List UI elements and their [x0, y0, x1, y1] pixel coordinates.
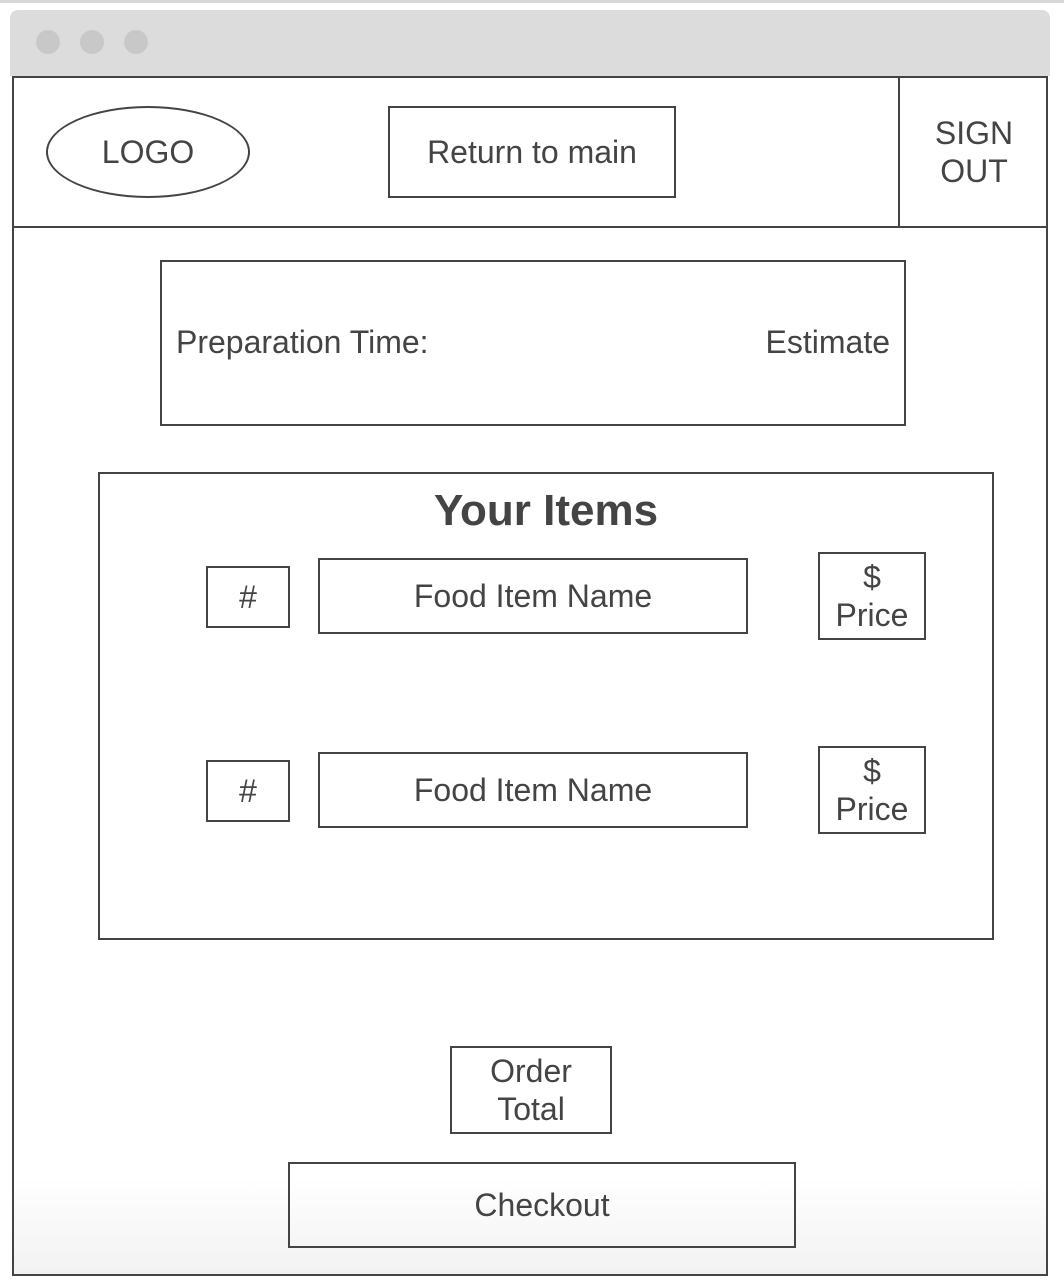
item-price-field: $ Price [818, 552, 926, 640]
item-price-field: $ Price [818, 746, 926, 834]
checkout-label: Checkout [474, 1186, 610, 1223]
food-item-name-field[interactable]: Food Item Name [318, 752, 748, 828]
return-to-main-label: Return to main [427, 133, 637, 170]
header-bar: LOGO Return to main SIGN OUT [14, 78, 1046, 228]
browser-window: LOGO Return to main SIGN OUT Preparation… [10, 10, 1050, 1276]
return-to-main-button[interactable]: Return to main [388, 106, 676, 198]
item-quantity-label: # [239, 772, 257, 809]
page-frame: LOGO Return to main SIGN OUT Preparation… [12, 76, 1048, 1276]
window-close-dot[interactable] [36, 30, 60, 54]
food-item-name-field[interactable]: Food Item Name [318, 558, 748, 634]
top-edge [0, 0, 1064, 3]
logo[interactable]: LOGO [46, 106, 250, 198]
preparation-time-estimate: Estimate [765, 324, 890, 360]
order-total-box: Order Total [450, 1046, 612, 1134]
preparation-time-panel: Preparation Time: Estimate [160, 260, 906, 426]
item-quantity-field[interactable]: # [206, 566, 290, 628]
window-titlebar [10, 10, 1050, 76]
food-item-name-label: Food Item Name [413, 577, 653, 614]
your-items-title: Your Items [433, 486, 659, 535]
your-items-panel: Your Items # Food Item Name $ Price # Fo… [98, 472, 994, 940]
order-total-label: Order Total [490, 1053, 572, 1127]
item-quantity-label: # [239, 578, 257, 615]
window-maximize-dot[interactable] [124, 30, 148, 54]
logo-label: LOGO [101, 133, 195, 170]
sign-out-button[interactable]: SIGN OUT [898, 78, 1048, 226]
item-price-label: $ Price [835, 559, 909, 633]
preparation-time-label: Preparation Time: [176, 324, 429, 360]
item-quantity-field[interactable]: # [206, 760, 290, 822]
item-price-label: $ Price [835, 753, 909, 827]
food-item-name-label: Food Item Name [413, 771, 653, 808]
checkout-button[interactable]: Checkout [288, 1162, 796, 1248]
sign-out-label: SIGN OUT [934, 115, 1014, 189]
window-minimize-dot[interactable] [80, 30, 104, 54]
